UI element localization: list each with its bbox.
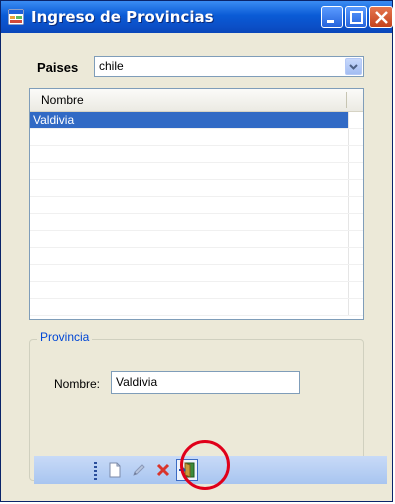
paises-combobox[interactable]: chile [94, 56, 364, 77]
app-icon [8, 9, 24, 25]
nombre-field[interactable]: Valdivia [111, 371, 300, 394]
window: Ingreso de Provincias Paises chile Nombr… [0, 0, 393, 502]
paises-label: Paises [37, 60, 79, 75]
column-divider[interactable] [346, 92, 347, 108]
provincias-grid[interactable]: Nombre Valdivia [29, 88, 364, 320]
table-cell[interactable]: Valdivia [30, 112, 348, 128]
toolstrip-grip[interactable] [94, 462, 97, 480]
close-icon [375, 11, 388, 24]
table-row[interactable]: Valdivia [30, 112, 363, 129]
close-button[interactable] [369, 6, 393, 28]
edit-icon[interactable] [130, 461, 148, 479]
nombre-label: Nombre: [54, 377, 101, 391]
delete-icon[interactable] [154, 461, 172, 479]
maximize-button[interactable] [345, 6, 367, 28]
table-row[interactable] [30, 265, 363, 282]
minimize-button[interactable] [321, 6, 343, 28]
dropdown-button[interactable] [345, 58, 362, 75]
column-header-nombre[interactable]: Nombre [41, 93, 84, 107]
highlight-annotation-circle [180, 440, 230, 490]
table-row[interactable] [30, 197, 363, 214]
table-row[interactable] [30, 231, 363, 248]
window-title: Ingreso de Provincias [31, 8, 214, 26]
grid-header: Nombre [30, 89, 363, 112]
table-row[interactable] [30, 180, 363, 197]
table-row[interactable] [30, 146, 363, 163]
table-row[interactable] [30, 248, 363, 265]
table-row[interactable] [30, 129, 363, 146]
table-row[interactable] [30, 163, 363, 180]
table-row[interactable] [30, 299, 363, 316]
table-row[interactable] [30, 282, 363, 299]
table-row[interactable] [30, 214, 363, 231]
nombre-field-value: Valdivia [116, 375, 158, 389]
title-bar[interactable]: Ingreso de Provincias [1, 1, 393, 33]
new-icon[interactable] [106, 461, 124, 479]
row-nombre: Valdivia [33, 113, 75, 127]
provincia-group-title: Provincia [37, 330, 93, 344]
minimize-icon [327, 20, 334, 23]
paises-selected-value: chile [99, 59, 124, 73]
maximize-icon [350, 11, 363, 24]
chevron-down-icon [349, 64, 358, 70]
